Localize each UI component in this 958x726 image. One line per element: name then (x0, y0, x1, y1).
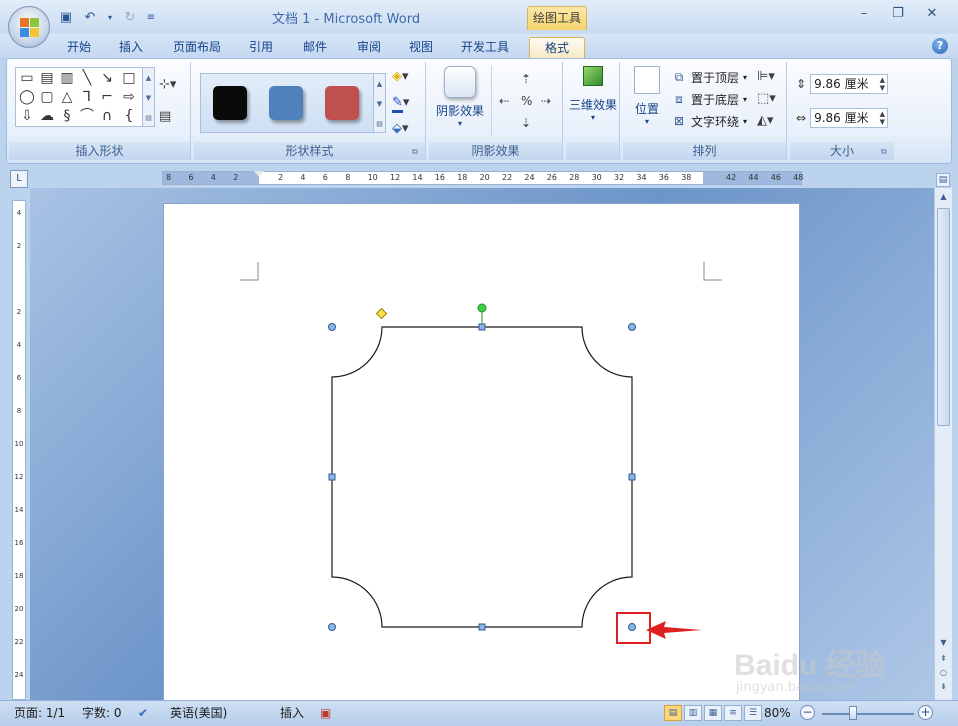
resize-handle-left[interactable] (328, 473, 336, 481)
full-screen-reading-icon[interactable]: ▥ (684, 705, 702, 721)
word-count[interactable]: 字数: 0 (82, 705, 122, 721)
status-bar: 页面: 1/1 字数: 0 ✔ 英语(美国) 插入 ▣ ▤ ▥ ▦ ≡ ☰ 80… (0, 700, 958, 726)
outline-view-icon[interactable]: ≡ (724, 705, 742, 721)
rotation-handle[interactable] (477, 303, 487, 313)
zoom-out-icon[interactable]: − (800, 705, 815, 720)
macro-record-icon[interactable]: ▣ (320, 705, 331, 721)
next-page-icon[interactable]: ⇟ (937, 680, 950, 693)
scroll-up-icon[interactable]: ▲ (937, 190, 950, 203)
office-logo-icon (20, 18, 40, 38)
resize-handle-top-left[interactable] (328, 323, 336, 331)
view-ruler-icon[interactable]: ▤ (936, 173, 950, 187)
resize-handle-top[interactable] (478, 323, 486, 331)
red-arrow-icon (646, 621, 702, 639)
language[interactable]: 英语(美国) (170, 705, 227, 721)
prev-page-icon[interactable]: ⇞ (937, 652, 950, 665)
adjustment-handle[interactable] (375, 307, 388, 320)
margin-corner-tr (703, 262, 722, 281)
plaque-shape[interactable] (331, 326, 633, 628)
resize-handle-bottom[interactable] (478, 623, 486, 631)
web-layout-icon[interactable]: ▦ (704, 705, 722, 721)
page-count[interactable]: 页面: 1/1 (14, 705, 65, 721)
resize-handle-top-right[interactable] (628, 323, 636, 331)
zoom-slider-knob[interactable] (849, 706, 857, 720)
zoom-slider-track[interactable] (822, 713, 914, 715)
resize-handle-bottom-left[interactable] (328, 623, 336, 631)
shape-overlay (240, 262, 722, 644)
draft-view-icon[interactable]: ☰ (744, 705, 762, 721)
zoom-level[interactable]: 80% (764, 705, 791, 721)
baidu-watermark: Baidu 经验 jingyan.baidu.com (734, 649, 886, 695)
browse-object-icon[interactable]: ○ (937, 666, 950, 679)
office-button[interactable] (8, 6, 50, 48)
margin-corner-tl (240, 262, 259, 281)
resize-handle-right[interactable] (628, 473, 636, 481)
resize-handle-bottom-right[interactable] (628, 623, 636, 631)
zoom-in-icon[interactable]: + (918, 705, 933, 720)
proofing-icon[interactable]: ✔ (138, 705, 148, 721)
vertical-scrollbar[interactable]: ▲ ▼ ⇞ ○ ⇟ (934, 188, 952, 700)
scroll-down-icon[interactable]: ▼ (937, 636, 950, 649)
scroll-thumb[interactable] (937, 208, 950, 426)
insert-mode[interactable]: 插入 (280, 705, 304, 721)
print-layout-view-icon[interactable]: ▤ (664, 705, 682, 721)
